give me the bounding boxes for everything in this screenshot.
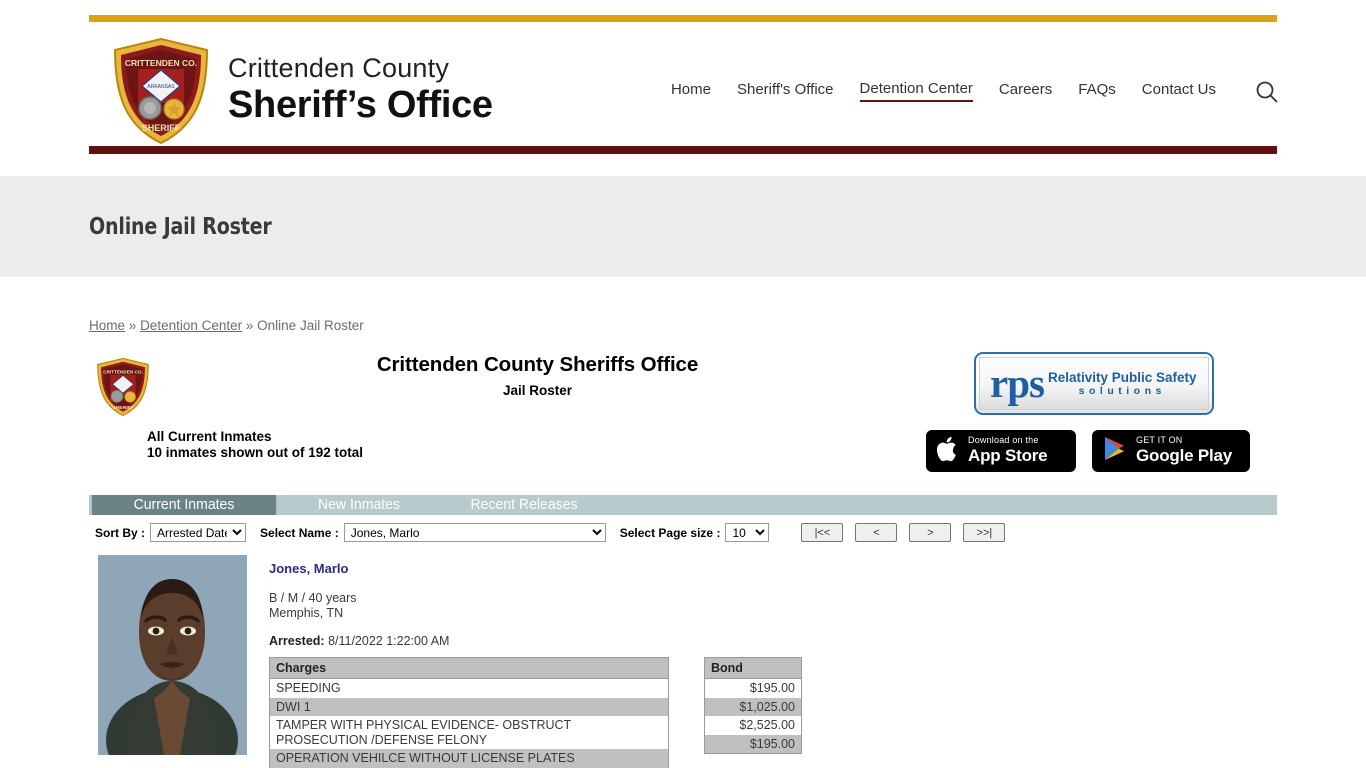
- roster-title: Crittenden County Sheriffs Office: [376, 353, 699, 376]
- nav-item-contact-us[interactable]: Contact Us: [1142, 81, 1216, 101]
- charge-cell: SPEEDING: [269, 678, 669, 698]
- bond-cell: $1,025.00: [704, 697, 802, 716]
- roster-counts-line2: 10 inmates shown out of 192 total: [147, 445, 364, 460]
- table-row: OPERATION VEHILCE WITHOUT LICENSE PLATES: [269, 749, 669, 768]
- roster-tabbar: Current Inmates New Inmates Recent Relea…: [89, 495, 1277, 515]
- table-row: DWI 1: [269, 697, 669, 716]
- search-icon[interactable]: [1251, 76, 1283, 108]
- charges-table: Charges SPEEDING DWI 1 TAMPER WITH PHYSI…: [269, 657, 669, 768]
- arrested-label: Arrested:: [269, 634, 325, 648]
- rps-wordmark: rps: [990, 360, 1045, 406]
- google-play-button[interactable]: GET IT ON Google Play: [1092, 430, 1250, 472]
- inmate-demographics: B / M / 40 years Memphis, TN: [269, 591, 802, 621]
- sort-by-label: Sort By :: [95, 525, 146, 540]
- charges-bond-tables: Charges SPEEDING DWI 1 TAMPER WITH PHYSI…: [269, 657, 802, 768]
- roster-counts: All Current Inmates 10 inmates shown out…: [147, 429, 363, 461]
- nav-item-home[interactable]: Home: [671, 81, 711, 101]
- breadcrumb-detention-center[interactable]: Detention Center: [140, 318, 242, 333]
- page-title-band: Online Jail Roster: [0, 176, 1366, 277]
- google-play-small-label: GET IT ON: [1136, 435, 1183, 446]
- breadcrumb-separator: »: [128, 318, 137, 333]
- inmate-demographics-line2: Memphis, TN: [269, 606, 344, 620]
- site-header: CRITTENDEN CO. ARKANSAS SHERIFF Crittend…: [0, 0, 1366, 176]
- bond-column-header: Bond: [704, 657, 802, 679]
- charge-cell: TAMPER WITH PHYSICAL EVIDENCE- OBSTRUCT …: [269, 716, 669, 749]
- page-title: Online Jail Roster: [89, 213, 272, 240]
- inmate-record: Jones, Marlo B / M / 40 years Memphis, T…: [98, 555, 1366, 768]
- app-store-button[interactable]: Download on the App Store: [926, 430, 1076, 472]
- sheriff-badge-shield-icon: CRITTENDEN CO. ARKANSAS SHERIFF: [110, 36, 212, 146]
- app-store-small-label: Download on the: [968, 435, 1039, 446]
- previous-page-button[interactable]: <: [855, 523, 898, 542]
- breadcrumb-home[interactable]: Home: [89, 318, 125, 333]
- roster-header: CRITTENDEN CO. SHERIFF Crittenden County…: [0, 347, 1366, 485]
- google-play-triangle-icon: [1102, 435, 1128, 468]
- arrested-value: 8/11/2022 1:22:00 AM: [328, 634, 450, 648]
- brand-line-county: Crittenden County: [228, 52, 450, 83]
- tab-recent-releases[interactable]: Recent Releases: [442, 495, 607, 515]
- breadcrumb-separator-2: »: [245, 318, 254, 333]
- inmate-name-link[interactable]: Jones, Marlo: [269, 561, 348, 576]
- nav-item-faqs[interactable]: FAQs: [1078, 81, 1116, 101]
- table-row: TAMPER WITH PHYSICAL EVIDENCE- OBSTRUCT …: [269, 716, 669, 749]
- nav-item-detention-center[interactable]: Detention Center: [859, 80, 973, 102]
- inmate-arrested: Arrested: 8/11/2022 1:22:00 AM: [269, 634, 802, 648]
- pagination: |<< < > >>|: [801, 523, 1006, 542]
- roster-controls: Sort By : Arrested Date Select Name : Jo…: [95, 523, 1366, 542]
- select-name-label: Select Name :: [260, 525, 339, 540]
- rps-logo[interactable]: rps Relativity Public Safety solutions: [974, 352, 1214, 415]
- app-store-badges: Download on the App Store GET IT ON Goog…: [926, 430, 1250, 472]
- roster-subtitle: Jail Roster: [502, 383, 573, 398]
- page-size-select[interactable]: 10: [725, 523, 770, 542]
- roster-counts-line1: All Current Inmates: [147, 429, 272, 444]
- table-row: SPEEDING: [269, 678, 669, 698]
- tab-new-inmates[interactable]: New Inmates: [281, 495, 436, 515]
- last-page-button[interactable]: >>|: [963, 523, 1006, 542]
- nav-item-careers[interactable]: Careers: [999, 81, 1052, 101]
- table-row: $2,525.00: [704, 716, 802, 735]
- first-page-button[interactable]: |<<: [801, 523, 844, 542]
- roster-title-block: Crittenden County Sheriffs Office Jail R…: [0, 353, 1075, 398]
- sort-by-select[interactable]: Arrested Date: [150, 523, 247, 542]
- bond-header-row: Bond: [704, 657, 802, 679]
- rps-tagline-line1: Relativity Public Safety: [1047, 369, 1197, 385]
- table-row: $195.00: [704, 734, 802, 754]
- apple-logo-icon: [936, 435, 960, 468]
- bond-cell: $2,525.00: [704, 716, 802, 735]
- site-brand[interactable]: CRITTENDEN CO. ARKANSAS SHERIFF Crittend…: [110, 36, 493, 146]
- maroon-rule: [89, 146, 1277, 154]
- bond-cell: $195.00: [704, 734, 802, 754]
- inmate-mugshot[interactable]: [98, 555, 247, 755]
- svg-text:SHERIFF: SHERIFF: [112, 405, 133, 411]
- svg-text:ARKANSAS: ARKANSAS: [147, 84, 175, 90]
- next-page-button[interactable]: >: [909, 523, 952, 542]
- breadcrumb-current: Online Jail Roster: [257, 318, 364, 333]
- page-size-label: Select Page size :: [619, 525, 721, 540]
- breadcrumb: Home » Detention Center » Online Jail Ro…: [89, 318, 1366, 333]
- charges-header-row: Charges: [269, 657, 669, 679]
- gold-rule: [89, 15, 1277, 22]
- tab-current-inmates[interactable]: Current Inmates: [91, 495, 277, 515]
- select-name-select[interactable]: Jones, Marlo: [343, 523, 606, 542]
- bond-cell: $195.00: [704, 678, 802, 698]
- table-row: $195.00: [704, 678, 802, 698]
- svg-text:CRITTENDEN CO.: CRITTENDEN CO.: [125, 58, 197, 68]
- bond-table: Bond $195.00 $1,025.00 $2,525.00 $195.00: [704, 657, 802, 754]
- nav-item-sheriffs-office[interactable]: Sheriff's Office: [737, 81, 834, 101]
- charges-column-header: Charges: [269, 657, 669, 679]
- main-navigation: Home Sheriff's Office Detention Center C…: [671, 80, 1216, 102]
- svg-text:SHERIFF: SHERIFF: [142, 123, 181, 133]
- google-play-large-label: Google Play: [1136, 446, 1233, 466]
- charge-cell: OPERATION VEHILCE WITHOUT LICENSE PLATES: [269, 749, 669, 768]
- brand-line-office: Sheriff’s Office: [228, 83, 493, 126]
- inmate-details: Jones, Marlo B / M / 40 years Memphis, T…: [269, 555, 802, 768]
- inmate-demographics-line1: B / M / 40 years: [269, 591, 357, 605]
- table-row: $1,025.00: [704, 697, 802, 716]
- charge-cell: DWI 1: [269, 697, 669, 716]
- rps-tagline-line2: solutions: [1078, 385, 1166, 398]
- app-store-large-label: App Store: [968, 446, 1048, 466]
